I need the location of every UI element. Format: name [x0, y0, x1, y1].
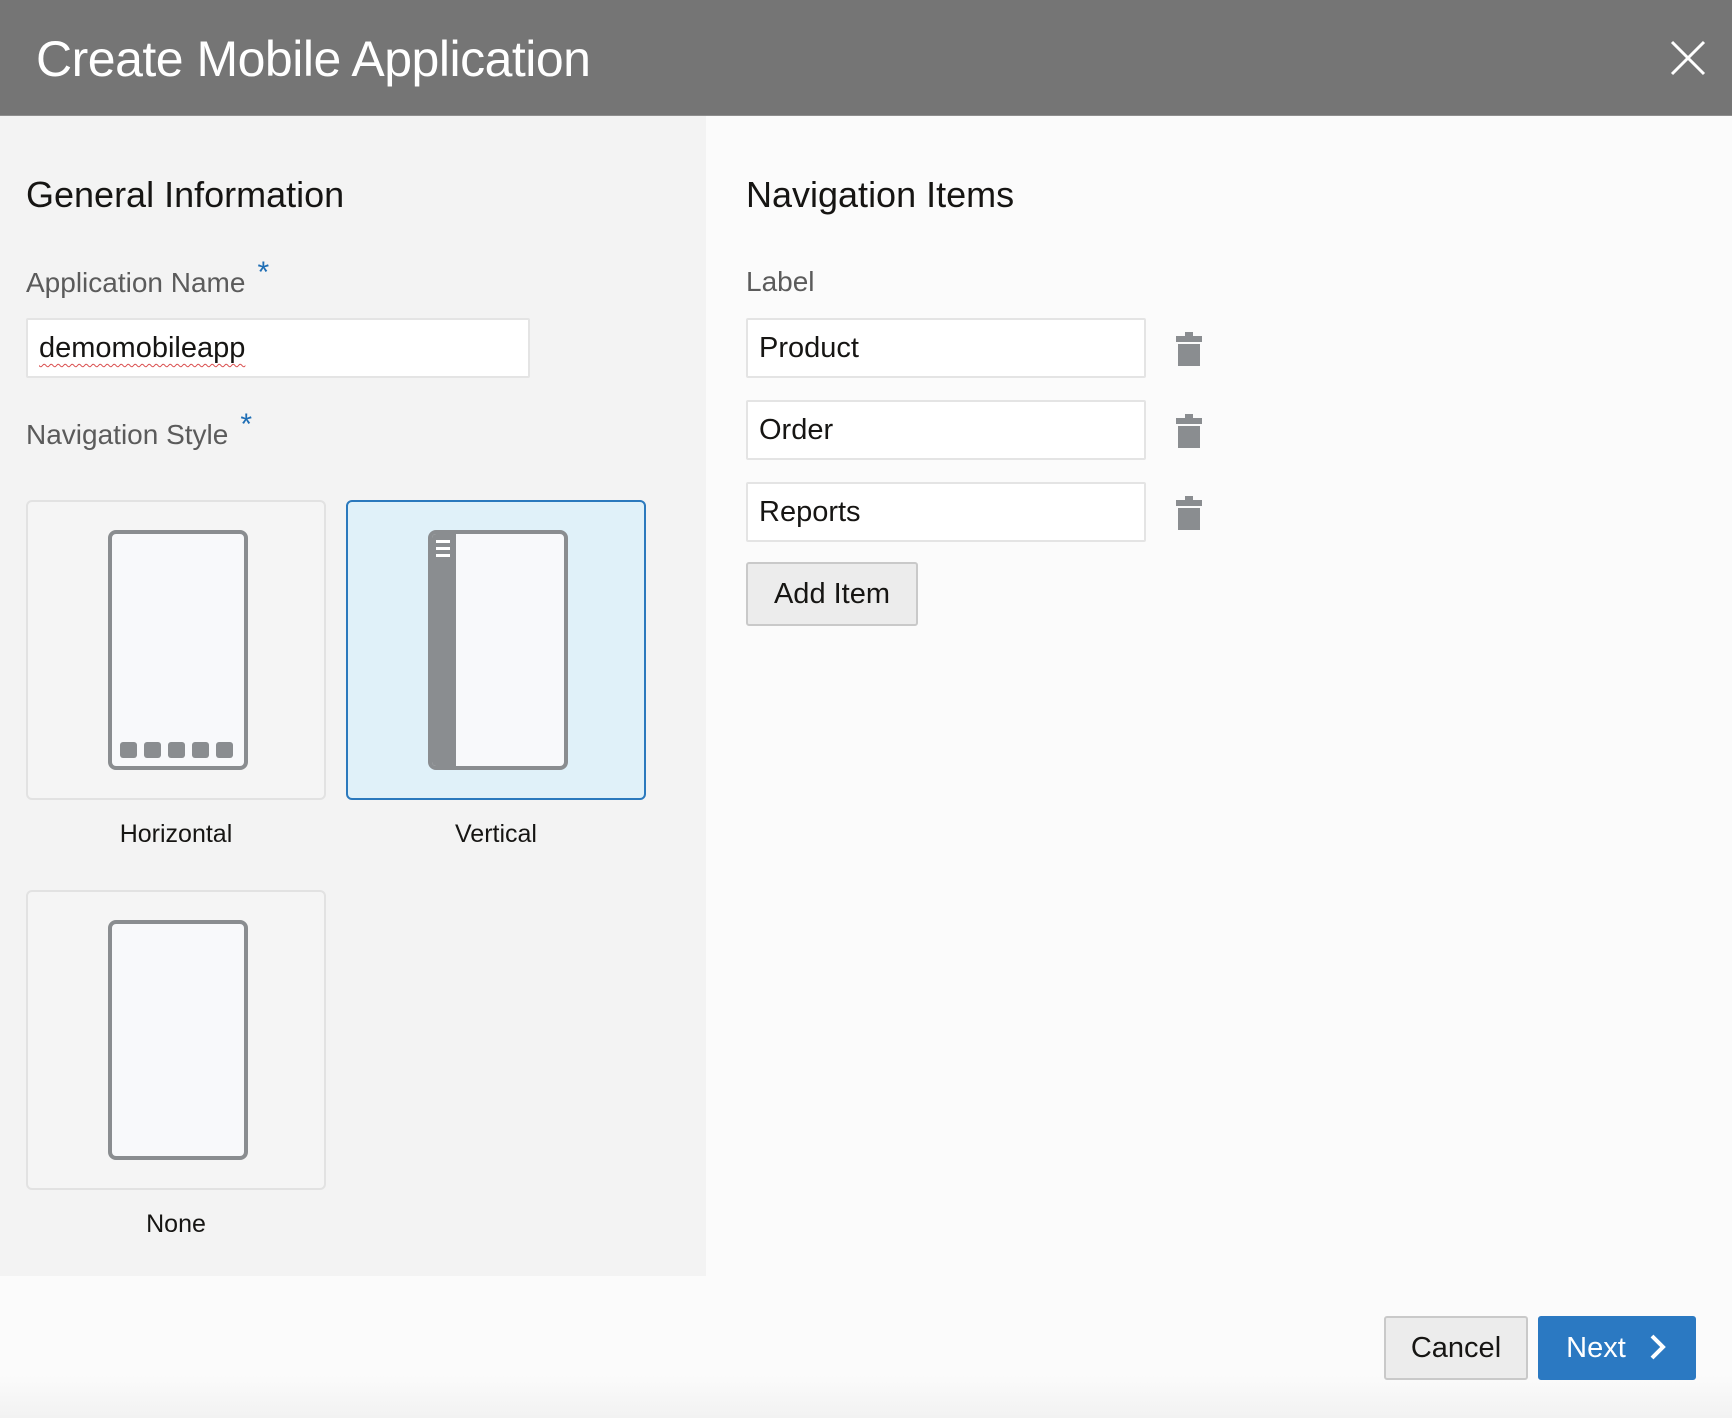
nav-style-card-horizontal[interactable]: [26, 500, 326, 800]
dialog-footer: Cancel Next: [0, 1276, 1732, 1418]
required-marker: *: [240, 408, 253, 441]
phone-vertical-nav-icon: [428, 530, 568, 770]
nav-style-label-horizontal: Horizontal: [119, 820, 233, 848]
next-button[interactable]: Next: [1538, 1316, 1696, 1380]
close-button[interactable]: [1668, 38, 1708, 78]
trash-icon: [1176, 332, 1202, 366]
trash-icon: [1176, 496, 1202, 530]
next-button-label: Next: [1566, 1332, 1626, 1364]
nav-style-label-none: None: [146, 1210, 206, 1238]
nav-item-input-reports[interactable]: Reports: [746, 482, 1146, 542]
general-information-panel: General Information Application Name * de…: [0, 116, 706, 1276]
application-name-input[interactable]: demomobileapp: [26, 318, 530, 378]
phone-no-nav-icon: [108, 920, 248, 1160]
navigation-style-label: Navigation Style *: [26, 408, 252, 452]
close-icon: [1670, 40, 1706, 76]
phone-horizontal-nav-icon: [108, 530, 248, 770]
label-column-header: Label: [746, 266, 815, 297]
nav-style-card-vertical[interactable]: [346, 500, 646, 800]
dialog-titlebar: Create Mobile Application: [0, 0, 1732, 116]
nav-item-input-order[interactable]: Order: [746, 400, 1146, 460]
application-name-label-text: Application Name: [26, 267, 246, 298]
navigation-items-panel: Navigation Items Label Product Order Rep…: [706, 116, 1732, 1276]
navigation-items-heading: Navigation Items: [746, 174, 1015, 215]
create-mobile-app-dialog: Create Mobile Application General Inform…: [0, 0, 1732, 1418]
delete-nav-item-button[interactable]: [1176, 496, 1202, 530]
chevron-right-icon: [1650, 1334, 1666, 1360]
delete-nav-item-button[interactable]: [1176, 332, 1202, 366]
dialog-title: Create Mobile Application: [36, 31, 591, 87]
application-name-label: Application Name *: [26, 256, 269, 300]
delete-nav-item-button[interactable]: [1176, 414, 1202, 448]
required-marker: *: [257, 256, 270, 289]
nav-style-label-vertical: Vertical: [455, 820, 537, 848]
nav-item-input-product[interactable]: Product: [746, 318, 1146, 378]
navigation-style-label-text: Navigation Style: [26, 419, 229, 450]
nav-style-card-none[interactable]: [26, 890, 326, 1190]
add-item-button[interactable]: Add Item: [746, 562, 918, 626]
trash-icon: [1176, 414, 1202, 448]
general-information-heading: General Information: [26, 174, 345, 215]
cancel-button[interactable]: Cancel: [1384, 1316, 1528, 1380]
application-name-value: demomobileapp: [39, 332, 246, 364]
